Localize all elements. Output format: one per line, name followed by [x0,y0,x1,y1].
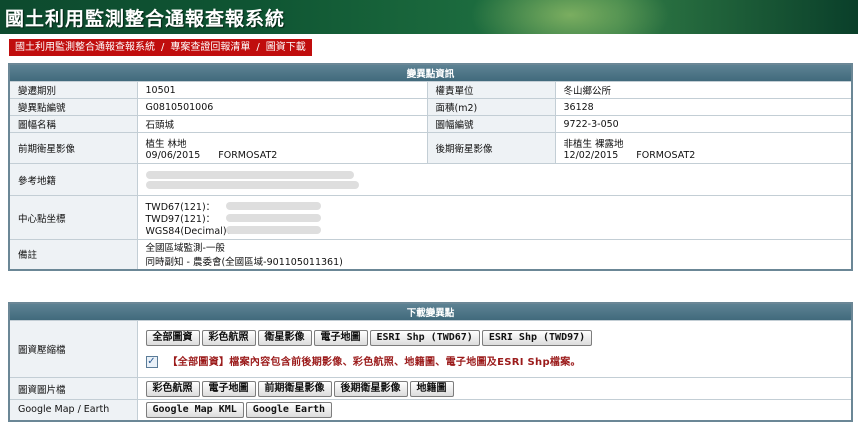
post-image-satellite: FORMOSAT2 [636,149,696,161]
compressed-cell: 全部圖資 彩色航照 衛星影像 電子地圖 ESRI Shp (TWD67) ESRI Shp… [136,320,853,378]
pre-image-date: 09/06/2015 [145,149,201,161]
image-pre-satellite-button[interactable]: 前期衛星影像 [257,380,332,397]
area-value: 36128 [554,98,853,116]
breadcrumb-home[interactable]: 國土利用監測整合通報查報系統 [15,42,155,53]
address-value [136,163,853,196]
download-satellite-image-button[interactable]: 衛星影像 [257,329,312,346]
pre-image-label: 前期衛星影像 [8,132,138,164]
google-map-kml-button[interactable]: Google Map KML [145,401,244,418]
image-electronic-map-button[interactable]: 電子地圖 [201,380,256,397]
image-files-cell: 彩色航照 電子地圖 前期衛星影像 後期衛星影像 地籍圖 [136,377,853,400]
banner-glow [470,0,670,34]
pre-image-type: 植生 林地 [145,138,187,150]
image-files-label: 圖資圖片檔 [8,377,138,400]
post-image-date: 12/02/2015 [563,149,619,161]
map-name-label: 圖幅名稱 [8,115,138,133]
post-image-label: 後期衛星影像 [426,132,556,164]
google-earth-button[interactable]: Google Earth [245,401,333,418]
download-aerial-photo-button[interactable]: 彩色航照 [201,329,256,346]
download-esri-shp-twd97-button[interactable]: ESRI Shp (TWD97) [481,329,593,346]
unit-value: 冬山鄉公所 [554,81,853,99]
image-cadastral-map-button[interactable]: 地籍圖 [409,380,454,397]
point-id-value: G0810501006 [136,98,428,116]
download-electronic-map-button[interactable]: 電子地圖 [313,329,368,346]
redacted-address [145,170,354,179]
app-banner: 國土利用監測整合通報查報系統 [0,0,858,34]
remark-line: 全國區域監測-一般 [145,243,225,255]
pre-image-cell: 植生 林地 09/06/2015 FORMOSAT2 [136,132,428,164]
remark-cell: 全國區域監測-一般 同時副知 - 農委會(全國區域-901105011361) [136,239,853,270]
remark-line: 同時副知 - 農委會(全國區域-901105011361) [145,257,343,269]
download-all-button[interactable]: 全部圖資 [145,329,200,346]
redacted-address [145,180,359,189]
compressed-label: 圖資壓縮檔 [8,320,138,378]
pre-image-satellite: FORMOSAT2 [218,149,278,161]
google-cell: Google Map KML Google Earth [136,399,853,421]
download-header: 下載變異點 [8,302,853,321]
image-post-satellite-button[interactable]: 後期衛星影像 [333,380,408,397]
info-table: 變異點資訊 變遷期別 10501 權責單位 冬山鄉公所 變異點編號 G08105… [8,63,854,271]
map-id-label: 圖幅編號 [426,115,556,133]
post-image-type: 非植生 裸露地 [563,138,624,150]
redacted-coordinate [225,213,321,222]
info-header: 變異點資訊 [8,63,853,82]
download-note: 【全部圖資】檔案內容包含前後期影像、彩色航照、地籍圖、電子地圖及ESRI Shp… [167,356,581,368]
map-name-value: 石頭城 [136,115,428,133]
redacted-coordinate [225,201,321,210]
remark-label: 備註 [8,239,138,270]
address-label: 參考地籍 [8,163,138,196]
post-image-cell: 非植生 裸露地 12/02/2015 FORMOSAT2 [554,132,853,164]
breadcrumb-separator: / [161,42,165,53]
image-aerial-photo-button[interactable]: 彩色航照 [145,380,200,397]
center-coord-label: 中心點坐標 [8,195,138,240]
checkbox-icon: ✓ [145,356,158,369]
app-title: 國土利用監測整合通報查報系統 [5,8,286,30]
period-value: 10501 [136,81,428,99]
google-label: Google Map / Earth [8,399,138,421]
breadcrumb-report-list[interactable]: 專案查證回報清單 [170,42,250,53]
unit-label: 權責單位 [426,81,556,99]
point-id-label: 變異點編號 [8,98,138,116]
map-id-value: 9722-3-050 [554,115,853,133]
area-label: 面積(m2) [426,98,556,116]
breadcrumb: 國土利用監測整合通報查報系統 / 專案查證回報清單 / 圖資下載 [9,39,312,56]
download-table: 下載變異點 圖資壓縮檔 全部圖資 彩色航照 衛星影像 電子地圖 ESRI Shp (TW… [8,302,854,422]
center-coord-cell: TWD67(121)： TWD97(121)： WGS84(Decimal)： [136,195,853,240]
breadcrumb-current: 圖資下載 [265,42,306,53]
breadcrumb-separator: / [256,42,260,53]
download-esri-shp-twd67-button[interactable]: ESRI Shp (TWD67) [369,329,480,346]
wgs84-label: WGS84(Decimal)： [145,225,237,237]
period-label: 變遷期別 [8,81,138,99]
redacted-coordinate [225,225,321,234]
